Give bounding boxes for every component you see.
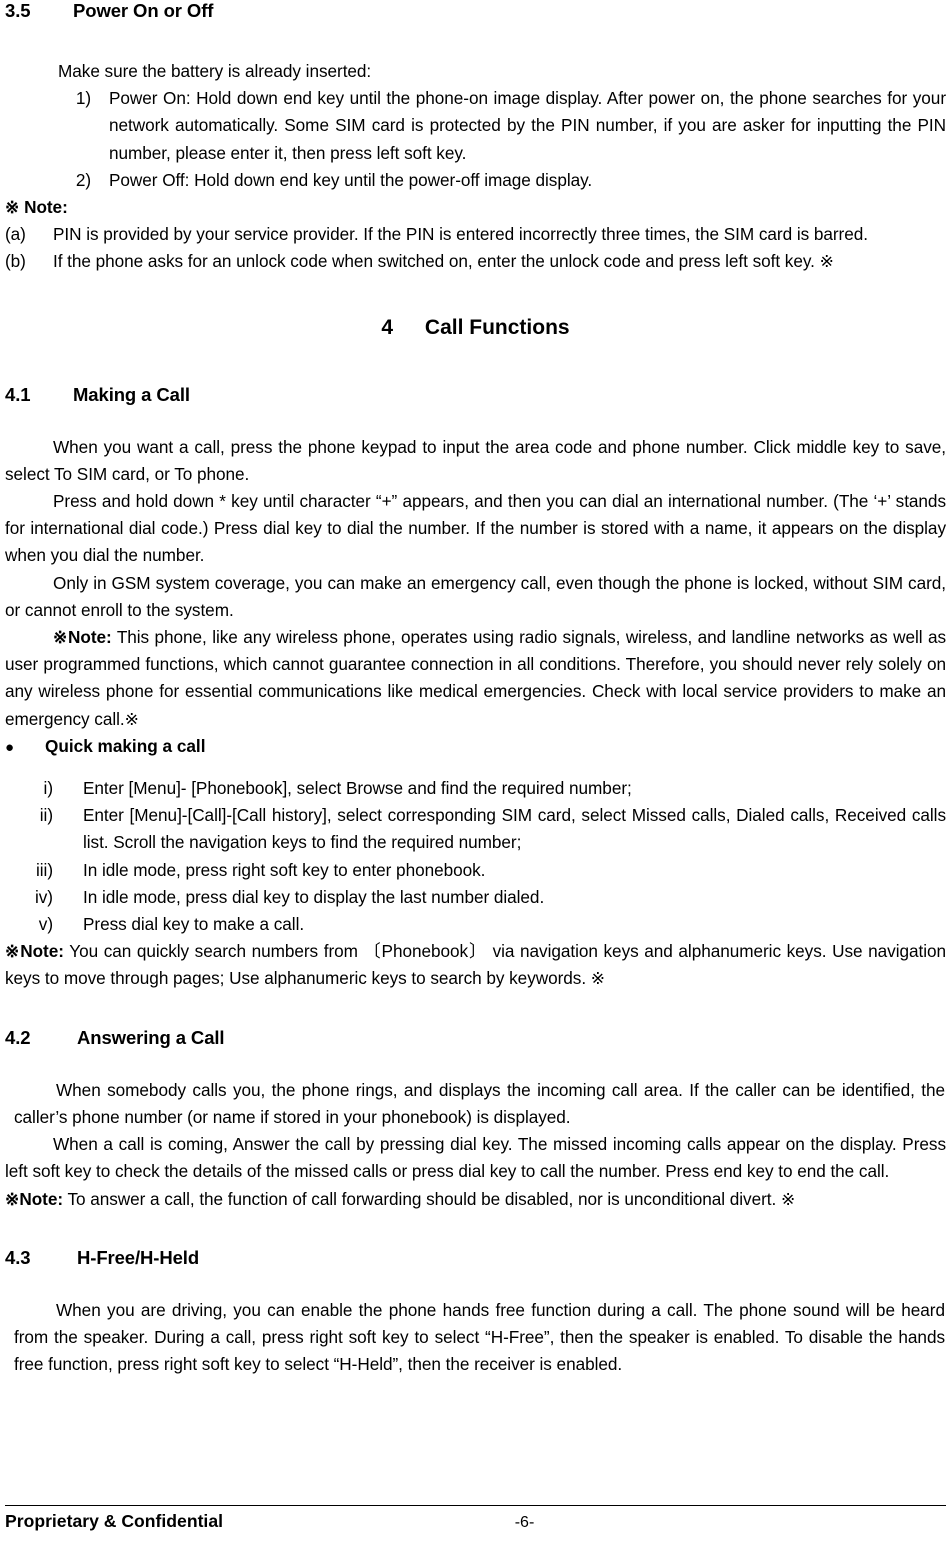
list-item: 2) Power Off: Hold down end key until th…: [5, 167, 946, 194]
note-prefix: ※Note:: [5, 941, 64, 962]
list-marker: i): [43, 778, 54, 799]
list-item: ii) Enter [Menu]-[Call]-[Call history], …: [5, 802, 946, 856]
list-marker: (a): [5, 224, 26, 245]
list-text: Power Off: Hold down end key until the p…: [109, 169, 593, 190]
heading-number: 4.3: [5, 1246, 31, 1268]
paragraph-hfree-held-1: When you are driving, you can enable the…: [14, 1299, 945, 1375]
list-text: PIN is provided by your service provider…: [53, 224, 868, 245]
list-marker: v): [38, 914, 53, 935]
list-marker: (b): [5, 251, 26, 272]
list-marker: 2): [75, 169, 91, 190]
list-text: Enter [Menu]- [Phonebook], select Browse…: [83, 778, 632, 799]
heading-section-4-1: 4.1 Making a Call: [5, 384, 946, 406]
list-text: In idle mode, press right soft key to en…: [83, 859, 486, 880]
paragraph-battery-intro: Make sure the battery is already inserte…: [58, 61, 372, 81]
list-text: Press dial key to make a call.: [83, 914, 305, 935]
heading-number: 3.5: [5, 0, 31, 21]
chapter-title: Call Functions: [424, 315, 570, 339]
note-prefix: ※Note:: [53, 627, 112, 648]
list-marker: 1): [75, 88, 91, 109]
heading-chapter-4: 4 Call Functions: [5, 316, 946, 340]
list-marker: iv): [35, 886, 53, 907]
footer-page-number: -6-: [514, 1514, 535, 1531]
list-marker: iii): [36, 859, 53, 880]
heading-section-4-3: 4.3 H-Free/H-Held: [5, 1247, 946, 1269]
footer-confidentiality-label: Proprietary & Confidential: [5, 1511, 223, 1531]
list-item: v) Press dial key to make a call.: [5, 911, 946, 938]
list-text: Power On: Hold down end key until the ph…: [109, 88, 946, 163]
heading-section-3-5: 3.5 Power On or Off: [5, 0, 946, 22]
note-label-3-5: ※ Note:: [5, 197, 68, 218]
list-item: 1) Power On: Hold down end key until the…: [5, 85, 946, 167]
bullet-dot-icon: ●: [5, 738, 15, 756]
paragraph-making-call-3: Only in GSM system coverage, you can mak…: [5, 572, 946, 620]
heading-title: Answering a Call: [77, 1026, 225, 1048]
chapter-number: 4: [381, 315, 394, 339]
note-text: To answer a call, the function of call f…: [63, 1188, 796, 1209]
hfree-held-block: When you are driving, you can enable the…: [5, 1297, 946, 1379]
bullet-label: Quick making a call: [45, 735, 206, 756]
heading-title: H-Free/H-Held: [77, 1246, 200, 1268]
list-item: iv) In idle mode, press dial key to disp…: [5, 884, 946, 911]
paragraph-answering-call-note: ※Note: To answer a call, the function of…: [5, 1186, 946, 1213]
list-text: In idle mode, press dial key to display …: [83, 886, 545, 907]
note-text: You can quickly search numbers from 〔Pho…: [5, 941, 946, 989]
heading-number: 4.2: [5, 1026, 31, 1048]
list-item: (b) If the phone asks for an unlock code…: [5, 248, 946, 275]
list-item: i) Enter [Menu]- [Phonebook], select Bro…: [5, 775, 946, 802]
heading-section-4-2: 4.2 Answering a Call: [5, 1027, 946, 1049]
list-item: iii) In idle mode, press right soft key …: [5, 857, 946, 884]
note-prefix: ※Note:: [5, 1188, 64, 1209]
bullet-quick-making-a-call: ● Quick making a call: [5, 733, 946, 761]
paragraph-making-call-2: Press and hold down * key until characte…: [5, 491, 946, 566]
paragraph-phonebook-note: ※Note: You can quickly search numbers fr…: [5, 938, 946, 992]
paragraph-making-call-1: When you want a call, press the phone ke…: [5, 436, 946, 484]
list-marker: ii): [39, 805, 53, 826]
list-text: If the phone asks for an unlock code whe…: [53, 251, 834, 272]
list-text: Enter [Menu]-[Call]-[Call history], sele…: [83, 805, 946, 853]
heading-number: 4.1: [5, 383, 31, 405]
document-page: 3.5 Power On or Off Make sure the batter…: [0, 0, 952, 1549]
page-footer: Proprietary & Confidential -6-: [5, 1505, 946, 1549]
footer-row: Proprietary & Confidential -6-: [5, 1506, 946, 1532]
paragraph-answering-call-1: When somebody calls you, the phone rings…: [14, 1079, 945, 1127]
paragraph-answering-call-2: When a call is coming, Answer the call b…: [5, 1134, 946, 1182]
heading-title: Making a Call: [73, 383, 190, 405]
list-item: (a) PIN is provided by your service prov…: [5, 221, 946, 248]
paragraph-making-call-note: ※Note: This phone, like any wireless pho…: [5, 624, 946, 733]
heading-title: Power On or Off: [73, 0, 214, 21]
answering-call-block: When somebody calls you, the phone rings…: [5, 1077, 946, 1131]
note-text: This phone, like any wireless phone, ope…: [5, 627, 946, 729]
page-content: 3.5 Power On or Off Make sure the batter…: [5, 0, 946, 1378]
